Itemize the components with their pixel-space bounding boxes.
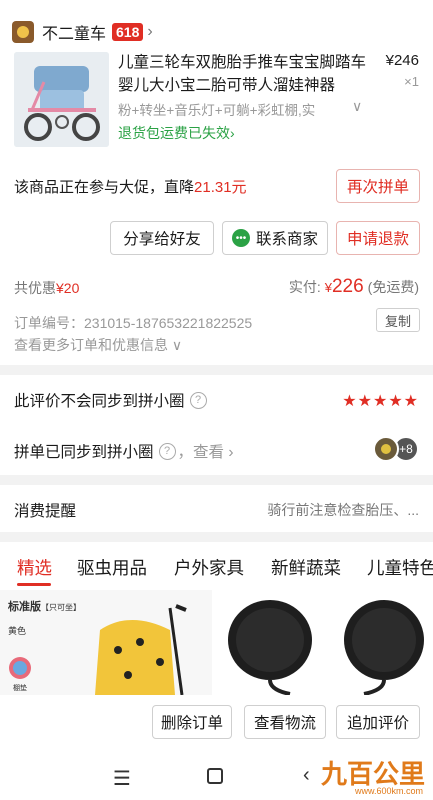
rejoin-group-button[interactable]: 再次拼单 [336,169,420,203]
copy-button[interactable]: 复制 [376,308,420,332]
question-icon[interactable]: ? [189,391,207,409]
shop-header[interactable]: 不二童车 618 › [12,20,153,44]
share-button[interactable]: 分享给好友 [110,221,214,255]
product-price: ¥246 [385,52,419,69]
shop-logo [12,21,34,43]
tab-outdoor-furniture[interactable]: 户外家具 [174,555,244,580]
contact-seller-label: 联系商家 [255,231,318,248]
order-detail-page: 不二童车 618 › 儿童三轮车双胞胎手推车宝宝脚踏车婴儿大小宝二胎可带人溜娃神… [0,0,433,800]
system-nav-bar: ☰ ‹ 九百公里 www.600km.com [0,752,433,800]
watermark-url: www.600km.com [354,786,423,796]
product-quantity: ×1 [404,74,419,89]
home-icon[interactable] [207,768,223,784]
promo-amount: 21.31元 [194,179,247,196]
reminder-text: 骑行前注意检查胎压、... [267,502,419,518]
menu-icon[interactable]: ☰ [113,766,131,791]
paid-amount: 226 [331,276,364,297]
active-tab-indicator [17,583,51,586]
category-tabs: 精选 驱虫用品 户外家具 新鲜蔬菜 儿童特色 [0,542,433,590]
synced-text: 拼单已同步到拼小圈 [14,444,154,461]
promo-618-badge: 618 [112,23,144,41]
more-orders-link[interactable]: 查看更多订单和优惠信息 ∨ [14,335,182,355]
goods-card-mirror-1[interactable] [216,590,323,695]
product-image[interactable] [14,52,109,147]
order-number: 订单编号：231015-187653221822525 [14,315,253,331]
chat-icon: ••• [231,229,250,247]
delete-order-button[interactable]: 删除订单 [152,705,232,739]
recommended-goods: 标准版【只可坐】 黄色 棚垫 [0,590,433,695]
paid-total: 实付: ¥ 226 (免运费) [289,276,419,298]
view-link[interactable]: ，查看 › [178,440,234,462]
avatar-group[interactable]: +8 [373,436,419,462]
paid-note: (免运费) [367,279,419,295]
reminder-title: 消费提醒 [14,503,77,520]
back-icon[interactable]: ‹ [303,764,310,787]
goods-shade-label: 棚垫 [13,685,27,692]
contact-seller-button[interactable]: ••• 联系商家 [222,221,328,255]
return-shipping-note[interactable]: 退货包运费已失效› [118,123,235,143]
tab-kids-specialty[interactable]: 儿童特色 [367,555,433,580]
chevron-right-icon: › [147,23,153,40]
shop-name: 不二童车 [42,26,107,43]
tab-fresh-vegetables[interactable]: 新鲜蔬菜 [271,555,341,580]
request-refund-button[interactable]: 申请退款 [336,221,420,255]
product-spec[interactable]: 粉+转坐+音乐灯+可躺+彩虹棚,实 [118,99,348,119]
tab-insect-repellent[interactable]: 驱虫用品 [77,555,147,580]
bottom-action-bar: 删除订单 查看物流 追加评价 [0,695,433,752]
stroller-image [9,604,187,695]
saved-label: 共优惠 [14,280,56,296]
rating-stars[interactable]: ★★★★★ [342,391,419,411]
consumer-reminder[interactable]: 消费提醒 骑行前注意检查胎压、... [0,485,433,532]
paid-label: 实付: [288,279,321,295]
view-logistics-button[interactable]: 查看物流 [244,705,326,739]
review-section: 此评价不会同步到拼小圈 ? ★★★★★ 拼单已同步到拼小圈 ? ，查看 › +8 [0,375,433,475]
question-icon[interactable]: ? [158,442,176,460]
saved-amount: ¥20 [56,280,80,296]
mirror-image [228,600,312,695]
review-not-synced-row: 此评价不会同步到拼小圈 ? [14,389,207,411]
tab-featured[interactable]: 精选 [17,555,52,580]
goods-card-stroller[interactable]: 标准版【只可坐】 黄色 棚垫 [0,590,212,695]
goods-card-mirror-2[interactable] [324,590,433,695]
avatar [373,436,399,462]
promo-text: 该商品正在参与大促，直降 [14,179,195,196]
mirror-image [344,600,424,695]
not-synced-text: 此评价不会同步到拼小圈 [14,393,185,410]
order-card: 不二童车 618 › 儿童三轮车双胞胎手推车宝宝脚踏车婴儿大小宝二胎可带人溜娃神… [0,0,433,365]
chevron-down-icon[interactable]: ∨ [352,98,362,115]
group-synced-row[interactable]: 拼单已同步到拼小圈 ? ，查看 › [14,440,233,462]
promo-notice: 该商品正在参与大促，直降21.31元 [14,176,247,197]
discount-total: 共优惠¥20 [14,278,79,298]
paid-currency: ¥ [324,280,332,295]
product-title[interactable]: 儿童三轮车双胞胎手推车宝宝脚踏车婴儿大小宝二胎可带人溜娃神器 [118,51,366,97]
append-review-button[interactable]: 追加评价 [336,705,420,739]
